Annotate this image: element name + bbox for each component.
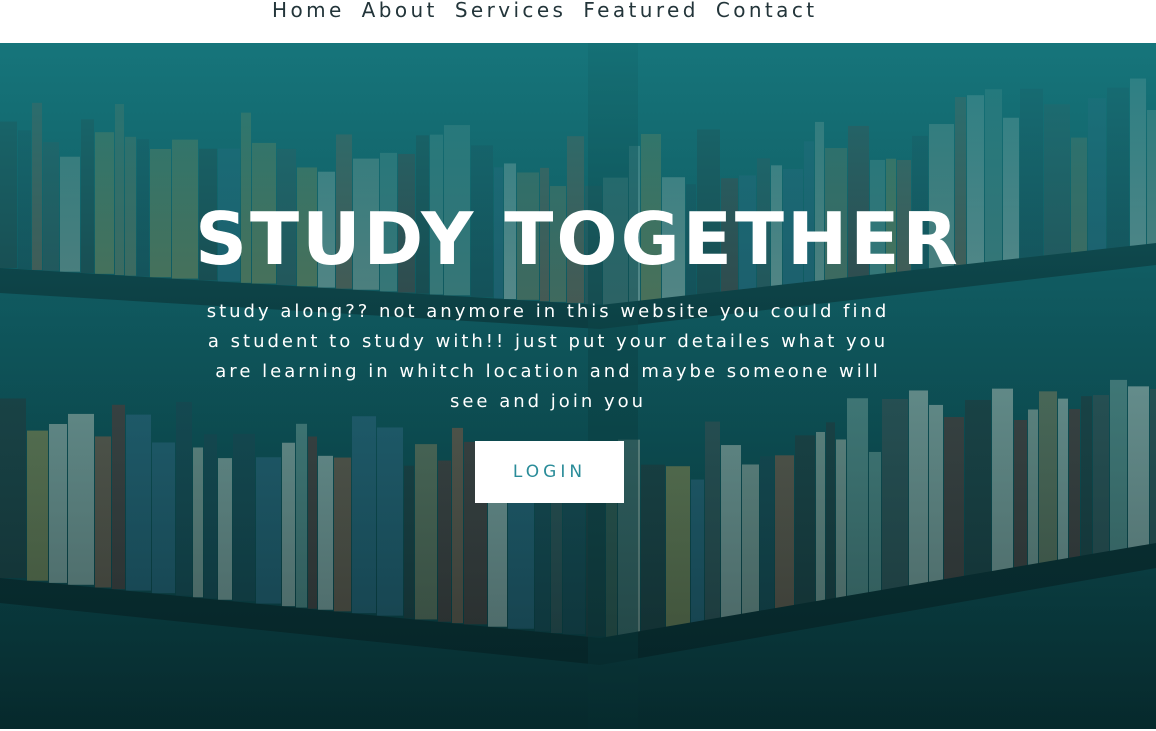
- nav-link-about[interactable]: About: [362, 0, 438, 24]
- top-navigation: Home About Services Featured Contact: [0, 0, 1156, 43]
- hero-description: study along?? not anymore in this websit…: [206, 301, 890, 412]
- nav-link-home[interactable]: Home: [272, 0, 345, 24]
- nav-link-services[interactable]: Services: [455, 0, 567, 24]
- nav-link-featured[interactable]: Featured: [583, 0, 698, 24]
- hero-section: STUDY TOGETHER study along?? not anymore…: [0, 43, 1156, 731]
- hero-title: STUDY TOGETHER: [195, 197, 961, 281]
- nav-links: Home About Services Featured Contact: [272, 0, 817, 24]
- login-button[interactable]: LOGIN: [475, 441, 624, 503]
- nav-link-contact[interactable]: Contact: [716, 0, 818, 24]
